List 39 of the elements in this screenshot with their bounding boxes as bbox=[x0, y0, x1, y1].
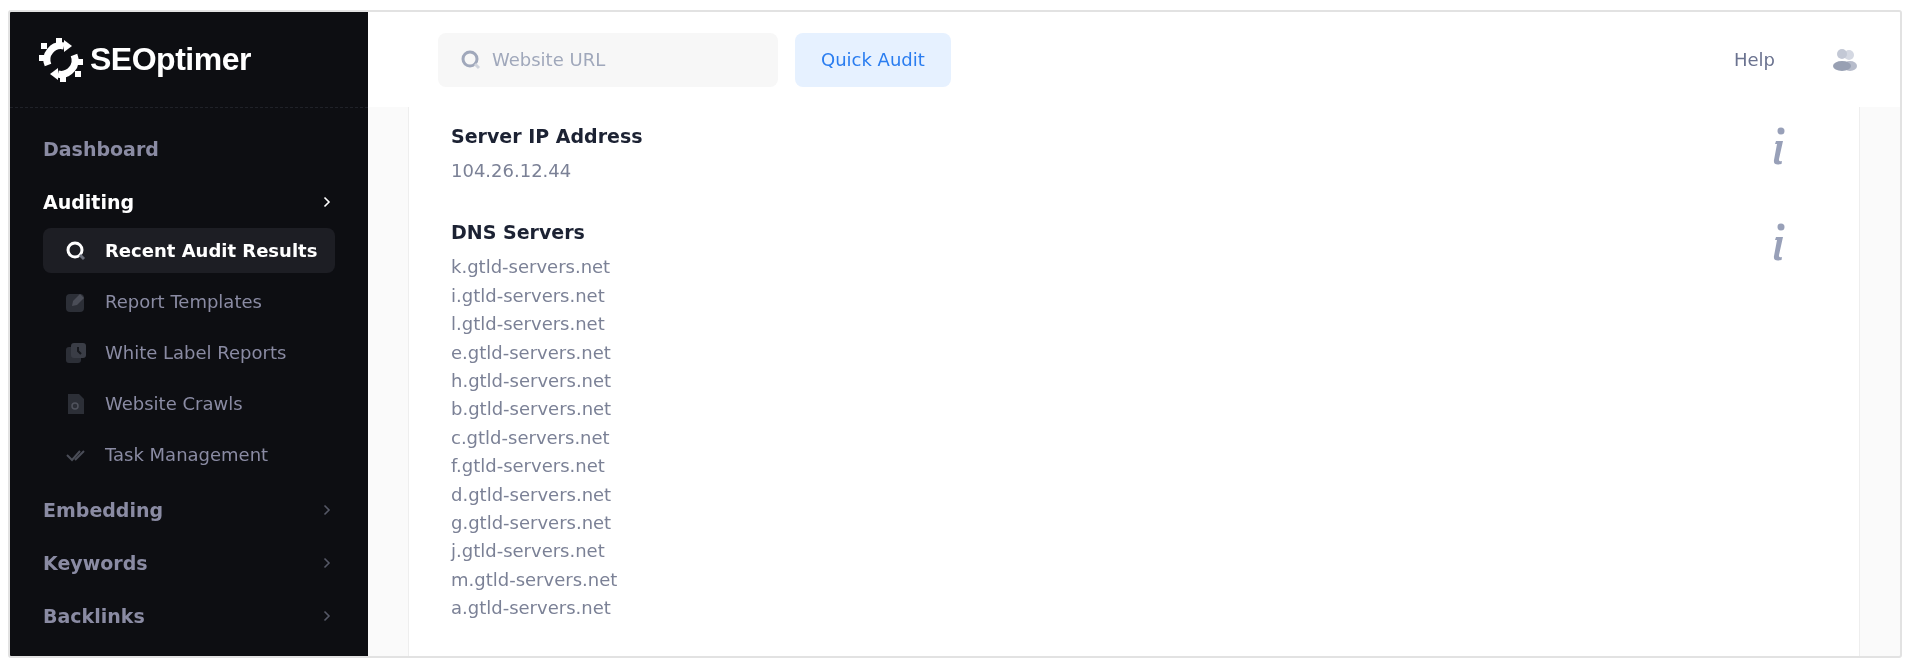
section-title: Server IP Address bbox=[451, 125, 643, 147]
value-text: j.gtld-servers.net bbox=[451, 539, 606, 564]
value-text: 104.26.12.44 bbox=[451, 159, 573, 183]
value-text: i.gtld-servers.net bbox=[451, 283, 606, 308]
value-text: c.gtld-servers.net bbox=[451, 425, 611, 450]
value-text: b.gtld-servers.net bbox=[451, 397, 613, 422]
chevron-icon bbox=[323, 609, 331, 622]
search-field[interactable]: Website URL bbox=[438, 32, 778, 87]
document-search-icon bbox=[65, 392, 87, 415]
quick-audit-button[interactable]: Quick Audit bbox=[795, 32, 951, 87]
nav-subitem[interactable]: Website Crawls bbox=[43, 381, 335, 426]
search-icon bbox=[65, 239, 87, 262]
nav-subitem[interactable]: Report Templates bbox=[43, 279, 335, 324]
value-text: g.gtld-servers.net bbox=[451, 511, 613, 536]
value-text: e.gtld-servers.net bbox=[451, 340, 612, 365]
value-text: h.gtld-servers.net bbox=[451, 369, 613, 394]
value-text: m.gtld-servers.net bbox=[451, 567, 618, 592]
value-text: l.gtld-servers.net bbox=[451, 312, 606, 337]
nav-subitem[interactable]: Recent Audit Results bbox=[43, 228, 335, 273]
logo-text[interactable]: SEOptimer bbox=[90, 41, 251, 78]
nav-subitem[interactable]: White Label Reports bbox=[43, 330, 335, 375]
nav-subitem[interactable]: Task Management bbox=[43, 432, 335, 477]
value-text: a.gtld-servers.net bbox=[451, 596, 612, 621]
nav-item[interactable]: Auditing bbox=[43, 175, 335, 228]
nav-item[interactable]: Embedding bbox=[43, 483, 335, 536]
section-title: DNS Servers bbox=[451, 221, 586, 244]
value-text: k.gtld-servers.net bbox=[451, 255, 612, 280]
chevron-icon bbox=[323, 195, 331, 208]
chevron-icon bbox=[323, 556, 331, 569]
users-icon[interactable] bbox=[1832, 48, 1858, 71]
nav-item[interactable]: Dashboard bbox=[43, 122, 335, 175]
value-text: d.gtld-servers.net bbox=[451, 482, 613, 507]
chevron-icon bbox=[323, 503, 331, 516]
help-link[interactable]: Help bbox=[1733, 49, 1775, 70]
info-icon[interactable] bbox=[1771, 127, 1787, 167]
report-icon bbox=[65, 341, 87, 364]
nav-item[interactable]: Keywords bbox=[43, 536, 335, 589]
nav-item[interactable]: Backlinks bbox=[43, 589, 335, 642]
value-text: f.gtld-servers.net bbox=[451, 454, 606, 479]
